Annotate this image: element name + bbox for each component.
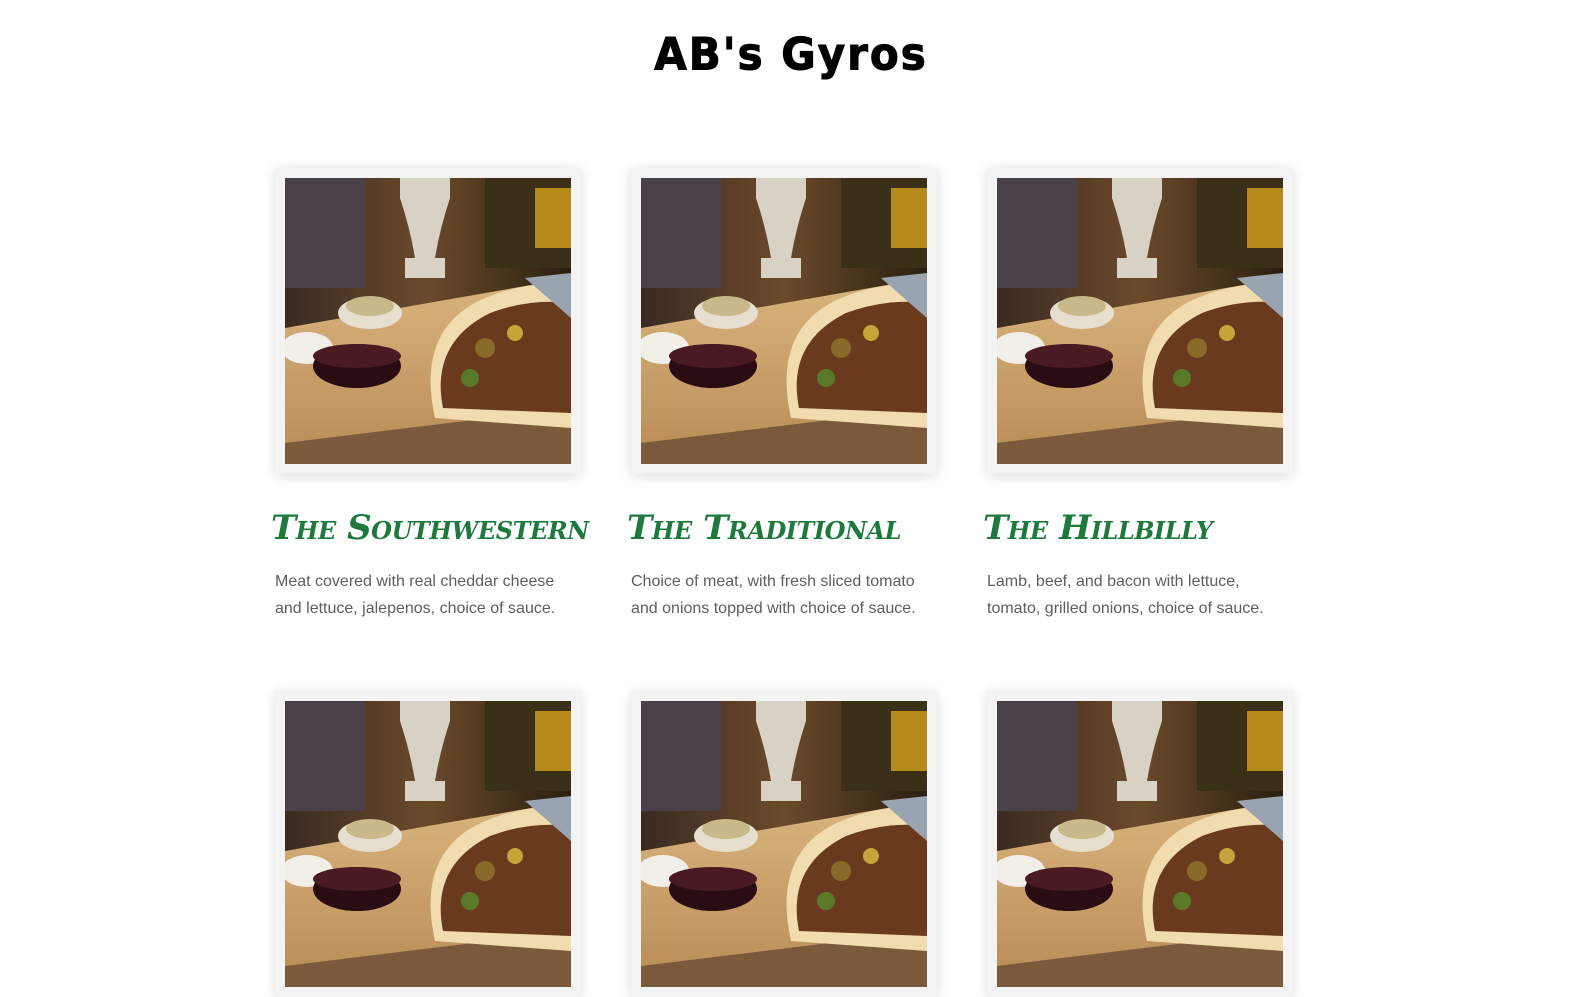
menu-photo-frame <box>987 168 1293 474</box>
site-title: AB's Gyros <box>654 28 928 81</box>
menu-item-title: The Southwestern <box>271 508 589 548</box>
gyro-photo <box>285 178 571 464</box>
menu-item-description: Meat covered with real cheddar cheese an… <box>275 573 556 617</box>
menu-photo-frame <box>987 691 1293 997</box>
gyro-photo <box>641 178 927 464</box>
menu-photo-frame <box>631 691 937 997</box>
menu-item-title: The Hillbilly <box>983 508 1213 548</box>
menu-photo-frame <box>275 691 581 997</box>
menu-item-description: Lamb, beef, and bacon with lettuce, toma… <box>987 573 1264 617</box>
gyro-photo <box>285 701 571 987</box>
menu-item-title: The Traditional <box>627 508 901 548</box>
gyro-photo <box>641 701 927 987</box>
menu-photo-frame <box>631 168 937 474</box>
gyro-photo <box>997 701 1283 987</box>
menu-item-description: Choice of meat, with fresh sliced tomato… <box>631 573 916 617</box>
gyro-photo <box>997 178 1283 464</box>
menu-photo-frame <box>275 168 581 474</box>
